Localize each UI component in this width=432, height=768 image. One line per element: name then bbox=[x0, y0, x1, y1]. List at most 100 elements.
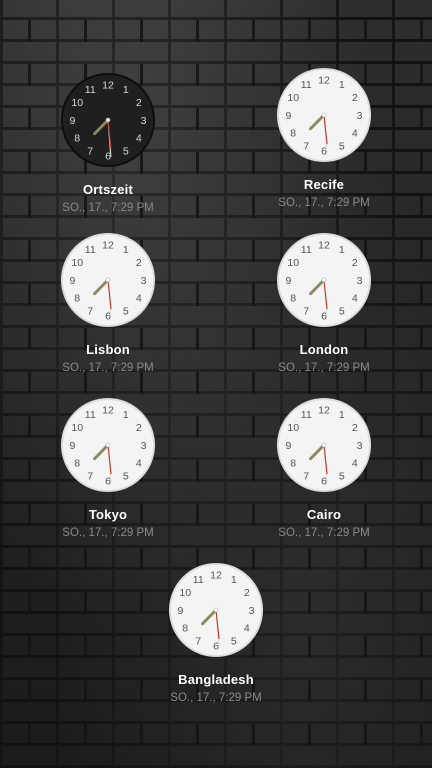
city-name: Lisbon bbox=[86, 342, 130, 357]
city-time: SO., 17., 7:29 PM bbox=[278, 197, 370, 209]
dial-number-3: 3 bbox=[141, 115, 147, 127]
dial-number-7: 7 bbox=[303, 306, 309, 318]
dial-number-9: 9 bbox=[286, 440, 292, 452]
city-time: SO., 17., 7:29 PM bbox=[62, 362, 154, 374]
city-name: Ortszeit bbox=[82, 182, 133, 197]
dial-number-12: 12 bbox=[210, 569, 222, 581]
city-time: SO., 17., 7:29 PM bbox=[278, 527, 370, 539]
clock-card-recife[interactable]: 12 1 2 3 4 5 6 7 8 9 10 11 Recife SO., 17., 7:29 PM bbox=[244, 67, 404, 209]
analog-clock-face: 12 1 2 3 4 5 6 7 8 9 10 11 bbox=[276, 67, 372, 163]
dial-number-7: 7 bbox=[195, 636, 201, 648]
dial-number-8: 8 bbox=[290, 128, 296, 140]
city-name: Cairo bbox=[306, 507, 342, 522]
dial-number-8: 8 bbox=[182, 623, 188, 635]
center-pin bbox=[213, 607, 219, 613]
dial-number-11: 11 bbox=[301, 409, 312, 421]
dial-number-2: 2 bbox=[352, 257, 358, 269]
dial-number-8: 8 bbox=[290, 458, 296, 470]
dial-number-5: 5 bbox=[123, 146, 129, 158]
dial-number-5: 5 bbox=[123, 471, 129, 483]
clock-card-lisbon[interactable]: 12 1 2 3 4 5 6 7 8 9 10 11 Lisbon SO., 17., 7:29 PM bbox=[28, 232, 188, 374]
city-name: Bangladesh bbox=[178, 672, 254, 687]
clock-card-bangladesh[interactable]: 12 1 2 3 4 5 6 7 8 9 10 11 Bangladesh SO., 17., 7:2… bbox=[136, 562, 296, 704]
dial-number-1: 1 bbox=[231, 574, 237, 586]
analog-clock-face: 12 1 2 3 4 5 6 7 8 9 10 11 bbox=[168, 562, 264, 658]
dial-number-5: 5 bbox=[123, 306, 129, 318]
city-name: Recife bbox=[303, 177, 345, 192]
dial-number-12: 12 bbox=[102, 239, 114, 251]
dial-number-11: 11 bbox=[301, 79, 312, 91]
dial-number-9: 9 bbox=[70, 275, 76, 287]
dial-number-11: 11 bbox=[193, 574, 204, 586]
dial-number-10: 10 bbox=[287, 257, 299, 269]
dial-number-3: 3 bbox=[357, 440, 363, 452]
dial-number-9: 9 bbox=[70, 115, 76, 127]
dial-number-1: 1 bbox=[339, 79, 345, 91]
dial-number-2: 2 bbox=[136, 422, 142, 434]
dial-number-10: 10 bbox=[71, 422, 83, 434]
dial-number-2: 2 bbox=[136, 97, 142, 109]
clock-svg: 12 1234567891011 bbox=[276, 67, 372, 163]
dial-number-1: 1 bbox=[123, 244, 129, 256]
dial-number-2: 2 bbox=[352, 92, 358, 104]
dial-number-9: 9 bbox=[70, 440, 76, 452]
dial-number-2: 2 bbox=[244, 587, 250, 599]
dial-number-8: 8 bbox=[74, 133, 80, 145]
city-name: Tokyo bbox=[88, 507, 128, 522]
clock-svg: 12 1234567891011 bbox=[276, 232, 372, 328]
clock-card-london[interactable]: 12 1 2 3 4 5 6 7 8 9 10 11 London SO., 17., 7:29 PM bbox=[244, 232, 404, 374]
clock-card-tokyo[interactable]: 12 1 2 3 4 5 6 7 8 9 10 11 Tokyo SO., 17., 7:29 PM bbox=[28, 397, 188, 539]
dial-number-4: 4 bbox=[136, 293, 142, 305]
dial-number-7: 7 bbox=[87, 471, 93, 483]
clock-svg: 12 1234567891011 bbox=[60, 72, 156, 168]
analog-clock-face: 12 1 2 3 4 5 6 7 8 9 10 11 bbox=[60, 397, 156, 493]
world-clock-screen: { "colors": { "face_light": "#f4f4f4", "… bbox=[0, 0, 432, 768]
analog-clock-face: 12 1 2 3 4 5 6 7 8 9 10 11 bbox=[276, 397, 372, 493]
dial-number-10: 10 bbox=[71, 97, 83, 109]
dial-number-2: 2 bbox=[352, 422, 358, 434]
dial-number-11: 11 bbox=[85, 84, 96, 96]
dial-number-12: 12 bbox=[318, 239, 330, 251]
clock-svg: 12 1234567891011 bbox=[60, 232, 156, 328]
dial-number-12: 12 bbox=[102, 404, 114, 416]
clock-card-ortszeit[interactable]: 12 1 2 3 4 5 6 7 8 9 10 11 Ortszeit SO., 17., 7:29 … bbox=[28, 72, 188, 214]
dial-number-12: 12 bbox=[102, 79, 114, 91]
dial-number-3: 3 bbox=[141, 440, 147, 452]
city-time: SO., 17., 7:29 PM bbox=[62, 202, 154, 214]
center-pin bbox=[105, 277, 111, 283]
dial-number-7: 7 bbox=[303, 471, 309, 483]
dial-number-5: 5 bbox=[339, 141, 345, 153]
center-pin bbox=[105, 442, 111, 448]
dial-number-5: 5 bbox=[339, 306, 345, 318]
dial-number-8: 8 bbox=[290, 293, 296, 305]
clock-svg: 12 1234567891011 bbox=[168, 562, 264, 658]
dial-number-10: 10 bbox=[287, 92, 299, 104]
dial-number-9: 9 bbox=[178, 605, 184, 617]
center-pin bbox=[321, 277, 327, 283]
dial-number-11: 11 bbox=[85, 244, 96, 256]
dial-number-8: 8 bbox=[74, 458, 80, 470]
dial-number-1: 1 bbox=[123, 409, 129, 421]
clock-svg: 12 1234567891011 bbox=[60, 397, 156, 493]
dial-number-4: 4 bbox=[352, 128, 358, 140]
dial-number-7: 7 bbox=[87, 146, 93, 158]
dial-number-10: 10 bbox=[287, 422, 299, 434]
city-time: SO., 17., 7:29 PM bbox=[62, 527, 154, 539]
center-pin bbox=[321, 442, 327, 448]
dial-number-8: 8 bbox=[74, 293, 80, 305]
city-name: London bbox=[299, 342, 349, 357]
analog-clock-face: 12 1 2 3 4 5 6 7 8 9 10 11 bbox=[276, 232, 372, 328]
dial-number-4: 4 bbox=[136, 458, 142, 470]
dial-number-7: 7 bbox=[87, 306, 93, 318]
city-time: SO., 17., 7:29 PM bbox=[170, 692, 262, 704]
clock-card-cairo[interactable]: 12 1 2 3 4 5 6 7 8 9 10 11 Cairo SO., 17., 7:29 PM bbox=[244, 397, 404, 539]
clock-svg: 12 1234567891011 bbox=[276, 397, 372, 493]
center-pin bbox=[321, 112, 327, 118]
dial-number-1: 1 bbox=[123, 84, 129, 96]
dial-number-3: 3 bbox=[249, 605, 255, 617]
dial-number-9: 9 bbox=[286, 110, 292, 122]
dial-number-2: 2 bbox=[136, 257, 142, 269]
dial-number-3: 3 bbox=[357, 110, 363, 122]
dial-number-4: 4 bbox=[352, 293, 358, 305]
dial-number-5: 5 bbox=[231, 636, 237, 648]
